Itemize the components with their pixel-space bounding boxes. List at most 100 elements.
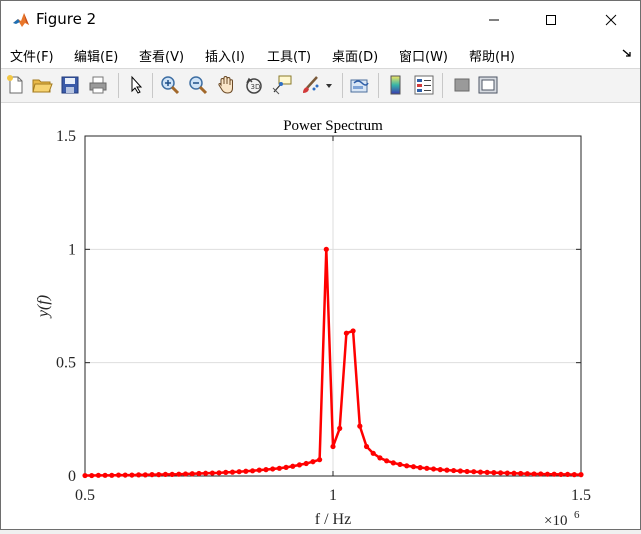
data-point (89, 472, 95, 479)
menu-file[interactable]: 文件(F) (10, 46, 54, 65)
data-point (323, 246, 329, 252)
data-point (477, 469, 484, 475)
data-point (565, 471, 571, 478)
x-tick-label: 0.5 (75, 487, 95, 504)
data-point (504, 470, 510, 476)
data-point (457, 468, 463, 474)
data-point (122, 472, 128, 478)
data-point (511, 470, 517, 476)
legend-button[interactable] (413, 74, 435, 96)
data-point (149, 472, 155, 478)
new-figure-button[interactable] (5, 74, 27, 96)
show-plot-tools-icon (478, 76, 498, 94)
menu-edit[interactable]: 编辑(E) (74, 46, 118, 65)
data-point (464, 468, 470, 475)
data-point (497, 470, 504, 476)
title-bar[interactable]: Figure 2 (1, 1, 640, 38)
hide-plot-tools-icon (454, 78, 470, 92)
data-point (538, 471, 544, 477)
hide-plot-tools-button[interactable] (451, 74, 473, 96)
print-button[interactable] (87, 74, 109, 96)
data-cursor-icon (272, 75, 292, 95)
menu-insert[interactable]: 插入(I) (205, 46, 245, 65)
zoom-in-icon (161, 76, 180, 95)
maximize-button[interactable] (528, 1, 574, 38)
data-point (136, 472, 142, 478)
data-point (209, 470, 215, 476)
menu-desktop[interactable]: 桌面(D) (332, 46, 378, 65)
data-point (451, 467, 457, 474)
data-point (343, 330, 349, 336)
svg-text:3D: 3D (251, 83, 261, 91)
data-point (317, 457, 323, 463)
colorbar-button[interactable] (385, 74, 407, 96)
data-point (243, 468, 249, 474)
data-point (390, 460, 396, 466)
brush-dropdown-button[interactable] (323, 74, 335, 96)
data-point (544, 471, 551, 477)
rotate-3d-button[interactable]: 3D (243, 74, 265, 96)
menu-window[interactable]: 窗口(W) (399, 46, 448, 65)
data-point (484, 469, 490, 475)
data-point (270, 466, 276, 472)
data-point (176, 471, 182, 477)
data-point (524, 471, 530, 477)
zoom-in-button[interactable] (159, 74, 181, 96)
zoom-out-icon (189, 76, 208, 95)
data-point (229, 469, 236, 475)
toolbar-separator (118, 73, 119, 98)
data-point (236, 469, 242, 475)
toolbar-separator (442, 73, 443, 98)
show-plot-tools-button[interactable] (477, 74, 499, 96)
power-spectrum-plot[interactable]: 0.5 1 1.5 0 0.5 1 1.5 Power Spectrum f / Hz y(f) ×… (1, 103, 640, 529)
brush-button[interactable] (299, 74, 321, 96)
pan-button[interactable] (215, 74, 237, 96)
save-button[interactable] (59, 74, 81, 96)
data-point (370, 450, 376, 456)
data-point (437, 467, 443, 473)
data-point (404, 463, 410, 469)
figure-window: Figure 2 文件(F) 编辑(E) 查看(V) 插入(I) 工具(T) 桌… (0, 0, 641, 530)
data-point (263, 467, 269, 473)
menu-view[interactable]: 查看(V) (139, 46, 184, 65)
data-point (189, 471, 195, 477)
data-point (350, 328, 356, 334)
menu-tools[interactable]: 工具(T) (267, 46, 311, 65)
data-point (410, 464, 417, 470)
close-button[interactable] (588, 1, 634, 38)
data-point (417, 465, 423, 471)
toolbar-separator (342, 73, 343, 98)
maximize-icon (546, 14, 556, 25)
data-point (156, 472, 162, 478)
minimize-button[interactable] (471, 1, 517, 38)
data-point (95, 472, 101, 478)
new-figure-icon (7, 75, 23, 94)
menu-help[interactable]: 帮助(H) (469, 46, 515, 65)
data-point (129, 472, 135, 478)
data-point (471, 469, 477, 475)
data-cursor-button[interactable] (271, 74, 293, 96)
data-point (115, 472, 122, 478)
x-tick-label: 1.5 (571, 487, 591, 504)
colorbar-icon (390, 75, 401, 95)
link-plot-button[interactable] (349, 74, 371, 96)
toolbar-separator (152, 73, 153, 98)
data-point (384, 458, 390, 464)
toolbar-separator (378, 73, 379, 98)
data-point (571, 472, 577, 478)
data-point (518, 470, 524, 477)
link-plot-icon (350, 79, 369, 93)
select-button[interactable] (125, 74, 147, 96)
menu-overflow-arrow-icon[interactable] (622, 48, 632, 58)
data-point (551, 471, 557, 477)
zoom-out-button[interactable] (187, 74, 209, 96)
data-point (444, 467, 450, 473)
data-point (531, 471, 537, 477)
data-point (578, 472, 584, 478)
figure-canvas[interactable]: 0.5 1 1.5 0 0.5 1 1.5 Power Spectrum f / Hz y(f) ×… (1, 103, 640, 529)
data-point (82, 472, 88, 479)
rotate-3d-icon: 3D (246, 77, 262, 94)
data-point (397, 461, 403, 468)
data-point (223, 469, 229, 475)
open-file-button[interactable] (31, 74, 53, 96)
